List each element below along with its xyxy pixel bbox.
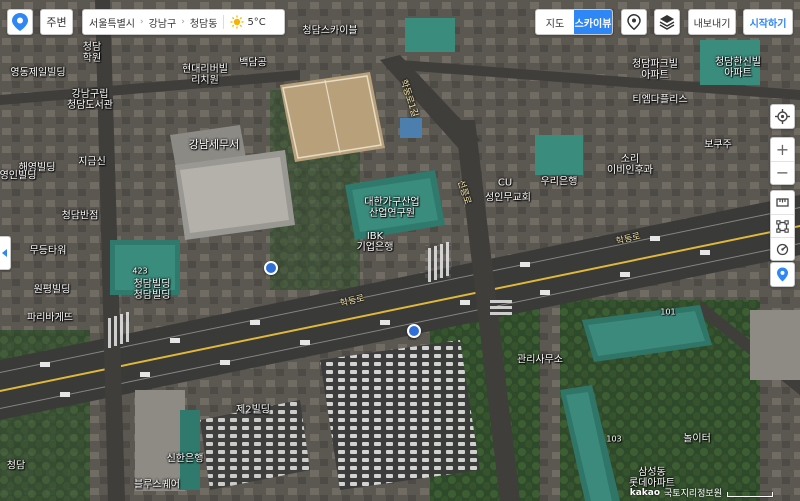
kakao-brand: kakao (629, 487, 661, 498)
map-label-young-dong-jeil[interactable]: 영동제일빌딩 (10, 68, 65, 79)
bus-stop-pin[interactable] (407, 324, 421, 338)
map-label-jejupark[interactable]: 제2빌딩 (236, 405, 270, 416)
map-pin-logo-icon (12, 13, 28, 31)
map-label-sori[interactable]: 소리 이비인후과 (607, 154, 653, 176)
map-label-baekdam[interactable]: 백담공 (239, 58, 267, 69)
map-type-skyview[interactable]: 스카이뷰 (574, 10, 612, 34)
roadview-pin-icon (627, 14, 641, 30)
kakaomap-logo-button[interactable] (7, 9, 33, 35)
map-label-mudeung[interactable]: 무등타워 (30, 246, 67, 257)
area-icon (776, 219, 789, 233)
map-label-cu[interactable]: CU (498, 178, 512, 189)
pin-control (770, 262, 795, 287)
start-button[interactable]: 시작하기 (743, 9, 793, 35)
map-label-cheongdam-lobby[interactable]: 청담 (7, 461, 25, 472)
map-label-ibk[interactable]: IBK 기업은행 (357, 231, 394, 253)
zoom-in-button[interactable]: + (771, 138, 794, 161)
map-label-academy[interactable]: 청담 학원 (83, 42, 101, 64)
export-button[interactable]: 내보내기 (688, 9, 736, 35)
map-label-num-103: 103 (606, 434, 622, 444)
satellite-imagery (0, 0, 800, 501)
map-label-shinhan[interactable]: 신한은행 (167, 454, 204, 465)
minus-icon: − (775, 163, 790, 182)
location-breadcrumb: 서울특별시 › 강남구 › 청담동 5°C (82, 9, 285, 35)
map-type-toggle: 지도 스카이뷰 (535, 9, 613, 35)
map-label-bokjusu[interactable]: 보쿠주 (704, 140, 732, 151)
map-label-cheongdam-park[interactable]: 청담파크빌 아파트 (632, 59, 678, 81)
radius-tool-button[interactable] (771, 237, 794, 260)
map-label-hyundai-daejo[interactable]: 현대리버빌 리치원 (182, 64, 228, 86)
add-pin-button[interactable] (771, 263, 794, 286)
side-panel-toggle[interactable] (0, 236, 11, 270)
caret-left-icon (2, 249, 7, 257)
map-label-num-101: 101 (660, 307, 676, 317)
locate-control (770, 104, 795, 129)
map-tools-control (770, 190, 795, 261)
map-label-cheongdam-banjum[interactable]: 청담반점 (62, 211, 99, 222)
map-label-jigeumsin[interactable]: 지금신 (78, 157, 106, 168)
layers-button[interactable] (654, 9, 680, 35)
map-type-map[interactable]: 지도 (536, 10, 574, 34)
map-label-cheongdam-skyblue[interactable]: 청담스카이블 (302, 26, 357, 37)
zoom-out-button[interactable]: − (771, 161, 794, 184)
zoom-control: + − (770, 137, 795, 185)
area-tool-button[interactable] (771, 214, 794, 237)
map-label-cheongdam-apartment[interactable]: 청담한신빌 아파트 (715, 57, 761, 79)
my-location-button[interactable] (771, 105, 794, 128)
breadcrumb-neighborhood[interactable]: 청담동 (190, 15, 218, 30)
chevron-right-icon: › (181, 17, 185, 27)
bus-stop-pin[interactable] (264, 261, 278, 275)
map-scale-bar (727, 492, 773, 497)
map-label-gangnam-tax[interactable]: 강남세무서 (189, 138, 240, 151)
breadcrumb-city[interactable]: 서울특별시 (89, 15, 135, 30)
radius-icon (776, 243, 789, 255)
map-label-num-423: 423 (132, 266, 148, 276)
sun-icon (230, 15, 244, 29)
location-pin-icon (777, 267, 788, 282)
map-label-cheongdam-building[interactable]: 청담빌딩 청담빌딩 (134, 279, 171, 301)
ruler-icon (776, 198, 789, 207)
layers-icon (659, 15, 675, 30)
distance-tool-button[interactable] (771, 191, 794, 214)
breadcrumb-district[interactable]: 강남구 (149, 15, 177, 30)
map-label-bluesquare[interactable]: 블루스퀘어 (134, 480, 180, 491)
chevron-right-icon: › (140, 17, 144, 27)
satellite-map[interactable]: 청담스카이블 청담 학원 영동제일빌딩 강남구립 청담도서관 현대리버빌 리치원… (0, 0, 800, 501)
breadcrumb-divider (223, 15, 225, 29)
map-label-gangnam-gu-library[interactable]: 강남구립 청담도서관 (67, 89, 113, 111)
map-label-playground[interactable]: 놀이터 (683, 434, 711, 445)
map-label-wooribank[interactable]: 우리은행 (541, 177, 578, 188)
crosshair-icon (775, 109, 790, 124)
plus-icon: + (775, 139, 790, 159)
roadview-button[interactable] (621, 9, 647, 35)
map-label-paris-baguette[interactable]: 파리바게뜨 (27, 313, 73, 324)
map-label-management[interactable]: 관리사무소 (517, 355, 563, 366)
weather-temperature: 5°C (247, 16, 266, 28)
map-copyright: kakao 국토지리정보원 (629, 486, 722, 500)
map-label-teheran[interactable]: 티엠다플리스 (632, 95, 687, 106)
copyright-source: 국토지리정보원 (664, 489, 722, 499)
map-label-yeonpyeong[interactable]: 원평빌딩 (34, 285, 71, 296)
map-label-yeongin[interactable]: 영인빌딩 (0, 171, 36, 182)
map-label-korea-furniture[interactable]: 대한가구산업 산업연구원 (364, 197, 419, 219)
map-label-seongin[interactable]: 성인무교회 (485, 193, 531, 204)
nearby-button[interactable]: 주변 (40, 9, 73, 35)
